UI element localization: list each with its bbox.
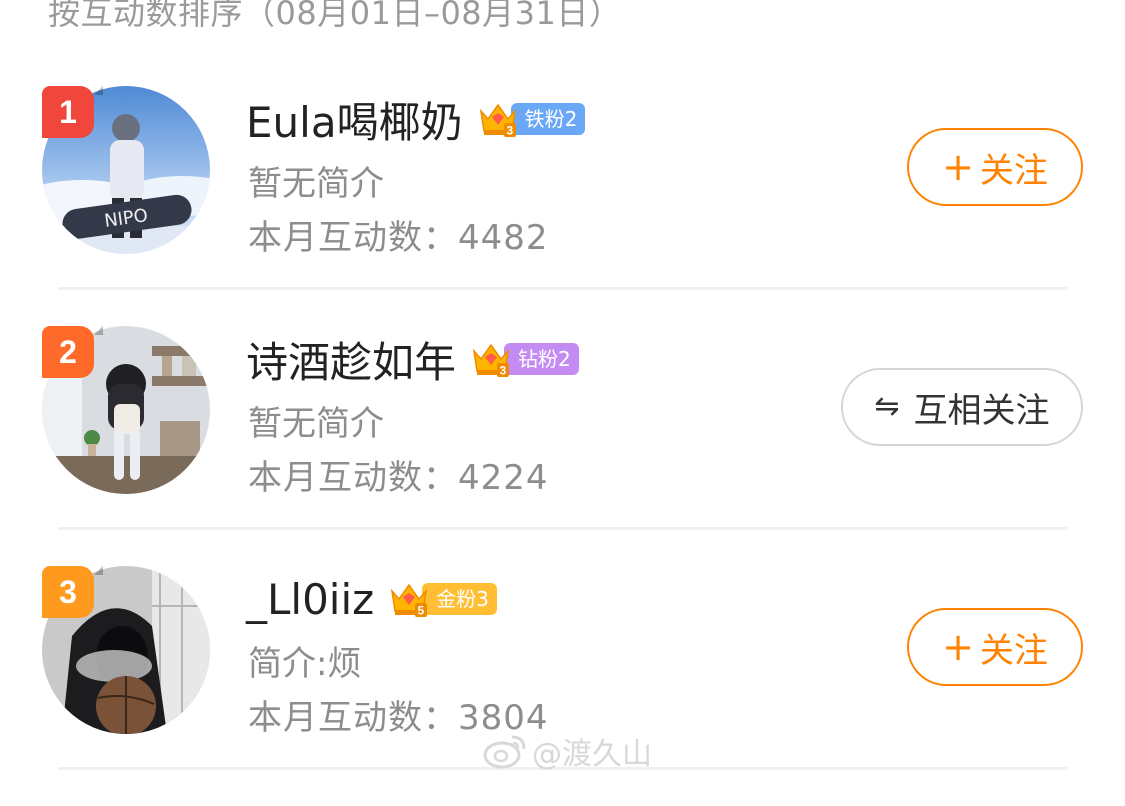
weibo-logo-icon xyxy=(483,735,526,769)
follow-button[interactable]: + 关注 xyxy=(907,608,1083,686)
crown-icon: 5 xyxy=(388,579,430,619)
stat-label: 本月互动数： xyxy=(248,218,458,258)
follow-button-label: 关注 xyxy=(979,630,1048,671)
follow-button[interactable]: + 关注 xyxy=(907,128,1083,206)
fan-badge-label: 钻粉2 xyxy=(504,343,579,375)
stat-label: 本月互动数： xyxy=(248,698,458,738)
follow-button-label: 关注 xyxy=(979,150,1048,191)
divider xyxy=(58,527,1067,530)
stat-value: 4224 xyxy=(458,458,549,498)
svg-text:5: 5 xyxy=(418,604,425,618)
list-item[interactable]: NIPO 1 Eula喝椰奶 3 铁粉2 暂无简介 本月互动数：4482 + 关… xyxy=(0,86,1125,326)
mutual-follow-button[interactable]: ⇋ 互相关注 xyxy=(841,368,1083,446)
stat-label: 本月互动数： xyxy=(248,458,458,498)
svg-text:3: 3 xyxy=(506,124,513,138)
rank-badge: 1 xyxy=(42,86,103,138)
watermark-text: @渡久山 xyxy=(532,737,652,772)
divider xyxy=(58,287,1067,290)
user-name[interactable]: Eula喝椰奶 xyxy=(246,89,463,150)
user-name[interactable]: _Ll0iiz xyxy=(246,575,374,624)
rank-badge: 2 xyxy=(42,326,103,378)
fan-badge-label: 金粉3 xyxy=(422,583,497,615)
fan-badge: 3 铁粉2 xyxy=(477,99,586,139)
fan-badge-label: 铁粉2 xyxy=(510,103,586,135)
plus-icon: + xyxy=(942,625,974,669)
plus-icon: + xyxy=(942,145,974,189)
user-bio: 简介:烦 xyxy=(248,644,362,684)
interaction-count: 本月互动数：4482 xyxy=(248,210,549,259)
rank-badge: 3 xyxy=(42,566,103,618)
interaction-count: 本月互动数：4224 xyxy=(248,450,549,499)
crown-icon: 3 xyxy=(470,339,512,379)
sort-header: 按互动数排序（08月01日–08月31日） xyxy=(48,0,622,32)
fan-badge: 5 金粉3 xyxy=(388,579,497,619)
fan-badge: 3 钻粉2 xyxy=(470,339,579,379)
stat-value: 4482 xyxy=(458,218,549,258)
list-item[interactable]: 2 诗酒趁如年 3 钻粉2 暂无简介 本月互动数：4224 ⇋ 互相关注 xyxy=(0,326,1125,566)
svg-text:3: 3 xyxy=(500,364,507,378)
user-bio: 暂无简介 xyxy=(248,404,384,444)
follow-button-label: 互相关注 xyxy=(913,390,1050,431)
mutual-arrows-icon: ⇋ xyxy=(874,389,900,424)
watermark: @渡久山 xyxy=(482,728,652,774)
user-name[interactable]: 诗酒趁如年 xyxy=(246,329,456,390)
user-bio: 暂无简介 xyxy=(248,164,384,204)
crown-icon: 3 xyxy=(477,99,519,139)
